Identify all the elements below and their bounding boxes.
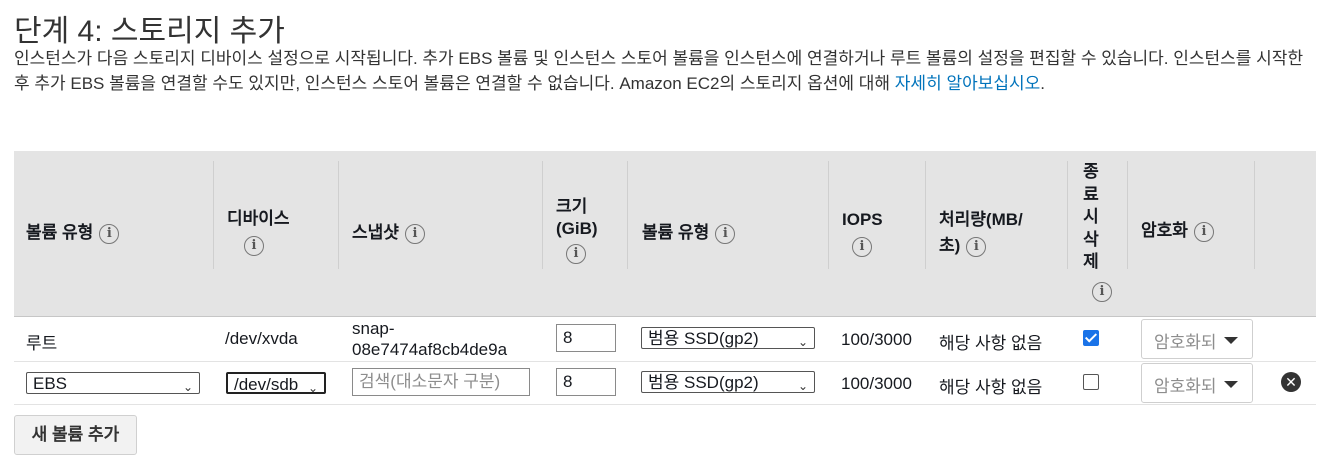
volume-type-select[interactable]: 범용 SSD(gp2) ⌄: [641, 371, 815, 393]
info-icon[interactable]: i: [566, 243, 586, 264]
row-iops: 100/3000: [841, 374, 912, 393]
size-input[interactable]: 8: [556, 324, 616, 352]
info-icon[interactable]: i: [852, 236, 872, 257]
column-divider: [1067, 161, 1068, 269]
chevron-down-icon: ⌄: [307, 381, 318, 395]
volume-type-select[interactable]: EBS ⌄: [26, 372, 200, 394]
info-icon[interactable]: i: [404, 223, 425, 244]
caret-down-icon: [1224, 337, 1238, 344]
column-divider: [627, 161, 628, 269]
remove-volume-icon[interactable]: ✕: [1281, 372, 1301, 392]
volume-type-select[interactable]: 범용 SSD(gp2) ⌄: [641, 327, 815, 349]
row-device: /dev/xvda: [225, 329, 298, 348]
row-iops: 100/3000: [841, 330, 912, 349]
column-divider: [542, 161, 543, 269]
header-volume-type: 볼륨 유형 i: [26, 222, 120, 244]
caret-down-icon: [1224, 381, 1238, 388]
column-divider: [1254, 161, 1255, 269]
row-snapshot: snap- 08e7474af8cb4de9a: [352, 319, 508, 359]
column-divider: [828, 161, 829, 269]
header-size: 크기 (GiB) i: [556, 196, 598, 264]
row-throughput: 해당 사항 없음: [939, 378, 1043, 397]
row-volume-type: 루트: [26, 334, 58, 353]
size-input[interactable]: 8: [556, 368, 616, 396]
learn-more-link[interactable]: 자세히 알아보십시오: [895, 74, 1040, 93]
header-iops: IOPS i: [842, 209, 883, 257]
header-snapshot: 스냅샷 i: [352, 222, 425, 244]
delete-on-termination-checkbox[interactable]: [1083, 374, 1099, 390]
info-icon[interactable]: i: [1092, 282, 1112, 302]
table-row: EBS ⌄ /dev/sdb ⌄ 검색(대소문자 구분) 8 범용 SSD(gp2)…: [14, 362, 1316, 405]
chevron-down-icon: ⌄: [182, 380, 193, 394]
page-description: 인스턴스가 다음 스토리지 디바이스 설정으로 시작됩니다. 추가 EBS 볼륨…: [14, 46, 1304, 96]
description-period: .: [1040, 74, 1046, 93]
info-icon[interactable]: i: [244, 235, 264, 256]
page-title: 단계 4: 스토리지 추가: [14, 15, 285, 48]
header-ebs-volume-type: 볼륨 유형 i: [642, 222, 736, 244]
chevron-down-icon: ⌄: [797, 335, 808, 349]
column-divider: [1127, 161, 1128, 269]
header-device: 디바이스 i: [227, 208, 290, 256]
header-throughput: 처리량(MB/초) i: [939, 210, 1023, 257]
info-icon[interactable]: i: [966, 236, 987, 257]
column-divider: [338, 161, 339, 269]
delete-on-termination-checkbox[interactable]: [1083, 330, 1099, 346]
info-icon[interactable]: i: [1193, 221, 1214, 242]
header-encryption: 암호화 i: [1141, 220, 1214, 242]
info-icon[interactable]: i: [99, 223, 120, 244]
snapshot-search-input[interactable]: 검색(대소문자 구분): [352, 368, 530, 396]
column-divider: [925, 161, 926, 269]
storage-table-header: 볼륨 유형 i 디바이스 i 스냅샷 i 크기 (GiB) i 볼륨 유형 i IOPS i …: [14, 151, 1316, 317]
column-divider: [213, 161, 214, 269]
device-select[interactable]: /dev/sdb ⌄: [226, 372, 326, 395]
add-volume-button[interactable]: 새 볼륨 추가: [14, 415, 137, 455]
row-throughput: 해당 사항 없음: [939, 334, 1043, 353]
info-icon[interactable]: i: [715, 223, 736, 244]
header-delete-on-termination: 종료시삭제: [1083, 162, 1099, 271]
description-text: 인스턴스가 다음 스토리지 디바이스 설정으로 시작됩니다. 추가 EBS 볼륨…: [14, 49, 1304, 93]
chevron-down-icon: ⌄: [797, 379, 808, 393]
table-row: 루트 /dev/xvda snap- 08e7474af8cb4de9a 8 범용…: [14, 317, 1316, 362]
encryption-select[interactable]: 암호화되지 않음: [1141, 363, 1253, 403]
encryption-select[interactable]: 암호화되지 않음: [1141, 319, 1253, 359]
